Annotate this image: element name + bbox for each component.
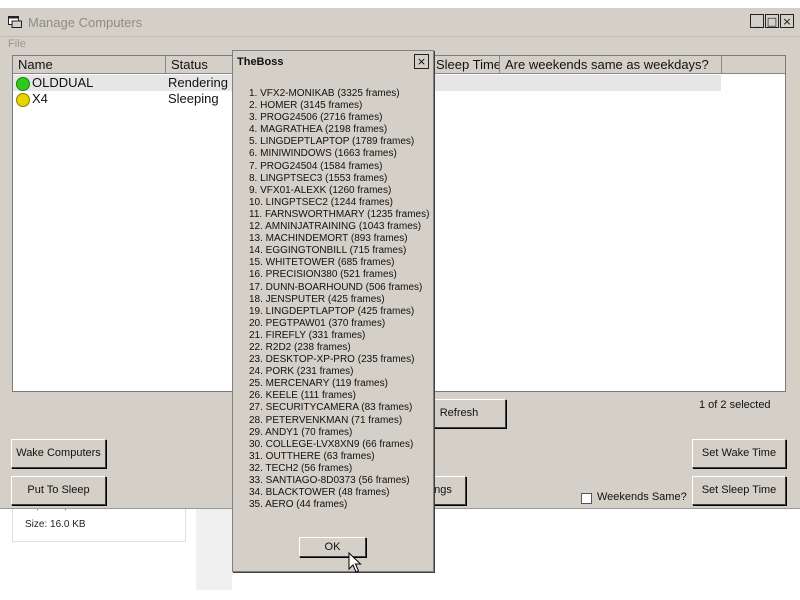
wake-computers-button[interactable]: Wake Computers (11, 439, 106, 468)
ranking-item: 2. HOMER (3145 frames) (249, 100, 363, 112)
theboss-dialog: TheBoss × 1. VFX2-MONIKAB (3325 frames) 2… (232, 50, 434, 572)
computer-status: Sleeping (168, 91, 219, 106)
ranking-item: 17. DUNN-BOARHOUND (506 frames) (249, 281, 423, 293)
put-to-sleep-button[interactable]: Put To Sleep (11, 476, 106, 505)
ranking-item: 6. MINIWINDOWS (1663 frames) (249, 148, 397, 160)
minimize-button[interactable]: _ (750, 14, 764, 28)
ranking-item: 12. AMNINJATRAINING (1043 frames) (249, 221, 422, 233)
window-title: Manage Computers (28, 15, 143, 30)
ranking-item: 25. MERCENARY (119 frames) (249, 378, 388, 390)
window-titlebar[interactable]: Manage Computers _ □ × (0, 8, 800, 37)
status-indicator-icon (16, 93, 30, 107)
set-sleep-time-button[interactable]: Set Sleep Time (692, 476, 786, 505)
ranking-item: 21. FIREFLY (331 frames) (249, 329, 366, 341)
ranking-item: 18. JENSPUTER (425 frames) (249, 293, 385, 305)
ranking-item: 34. BLACKTOWER (48 frames) (249, 487, 390, 499)
ranking-item: 15. WHITETOWER (685 frames) (249, 257, 395, 269)
set-wake-time-button[interactable]: Set Wake Time (692, 439, 786, 468)
ranking-item: 31. OUTTHERE (63 frames) (249, 450, 375, 462)
mouse-pointer-icon (348, 552, 362, 573)
ranking-item: 14. EGGINGTONBILL (715 frames) (249, 245, 407, 257)
ranking-item: 24. PORK (231 frames) (249, 366, 354, 378)
ranking-item: 8. LINGPTSEC3 (1553 frames) (249, 172, 388, 184)
weekends-same-checkbox[interactable] (581, 493, 592, 504)
ranking-item: 4. MAGRATHEA (2198 frames) (249, 124, 388, 136)
ranking-item: 26. KEELE (111 frames) (249, 390, 356, 402)
ranking-item: 28. PETERVENKMAN (71 frames) (249, 414, 403, 426)
ranking-item: 11. FARNSWORTHMARY (1235 frames) (249, 208, 430, 220)
ranking-item: 7. PROG24504 (1584 frames) (249, 160, 383, 172)
menu-file[interactable]: File (8, 38, 26, 50)
computer-name: X4 (32, 91, 48, 106)
ranking-item: 10. LINGPTSEC2 (1244 frames) (249, 196, 393, 208)
ranking-item: 5. LINGDEPTLAPTOP (1789 frames) (249, 136, 415, 148)
ranking-item: 27. SECURITYCAMERA (83 frames) (249, 402, 413, 414)
maximize-button[interactable]: □ (765, 14, 779, 28)
computer-status: Rendering (168, 75, 228, 90)
column-header-weekends[interactable]: Are weekends same as weekdays? (500, 56, 722, 74)
window-close-button[interactable]: × (780, 14, 794, 28)
ranking-item: 35. AERO (44 frames) (249, 499, 348, 511)
background-panel (196, 508, 232, 590)
column-header-name[interactable]: Name (13, 56, 166, 74)
ranking-item: 19. LINGDEPTLAPTOP (425 frames) (249, 305, 415, 317)
ranking-item: 16. PRECISION380 (521 frames) (249, 269, 397, 281)
dialog-close-button[interactable]: × (414, 54, 429, 69)
ranking-item: 3. PROG24506 (2716 frames) (249, 112, 383, 124)
ranking-item: 1. VFX2-MONIKAB (3325 frames) (249, 88, 400, 99)
column-header-empty (722, 56, 785, 74)
weekends-same-label: Weekends Same? (597, 491, 687, 503)
ranking-item: 13. MACHINDEMORT (893 frames) (249, 233, 408, 245)
ranking-item: 23. DESKTOP-XP-PRO (235 frames) (249, 354, 415, 366)
app-icon (8, 16, 22, 28)
ranking-item: 20. PEGTPAW01 (370 frames) (249, 317, 386, 329)
ranking-item: 9. VFX01-ALEXK (1260 frames) (249, 184, 392, 196)
file-size-text: Size: 16.0 KB (25, 519, 86, 530)
computer-name: OLDDUAL (32, 75, 94, 90)
ranking-item: 33. SANTIAGO-8D0373 (56 frames) (249, 475, 410, 486)
ranking-item: 32. TECH2 (56 frames) (249, 462, 353, 474)
ranking-item: 30. COLLEGE-LVX8XN9 (66 frames) (249, 438, 414, 450)
dialog-title: TheBoss (237, 56, 284, 68)
ranking-item: 22. R2D2 (238 frames) (249, 341, 351, 353)
selection-count: 1 of 2 selected (699, 399, 771, 411)
rankings-list: 1. VFX2-MONIKAB (3325 frames) 2. HOMER (3… (249, 88, 429, 511)
status-indicator-icon (16, 77, 30, 91)
ranking-item: 29. ANDY1 (70 frames) (249, 426, 353, 438)
